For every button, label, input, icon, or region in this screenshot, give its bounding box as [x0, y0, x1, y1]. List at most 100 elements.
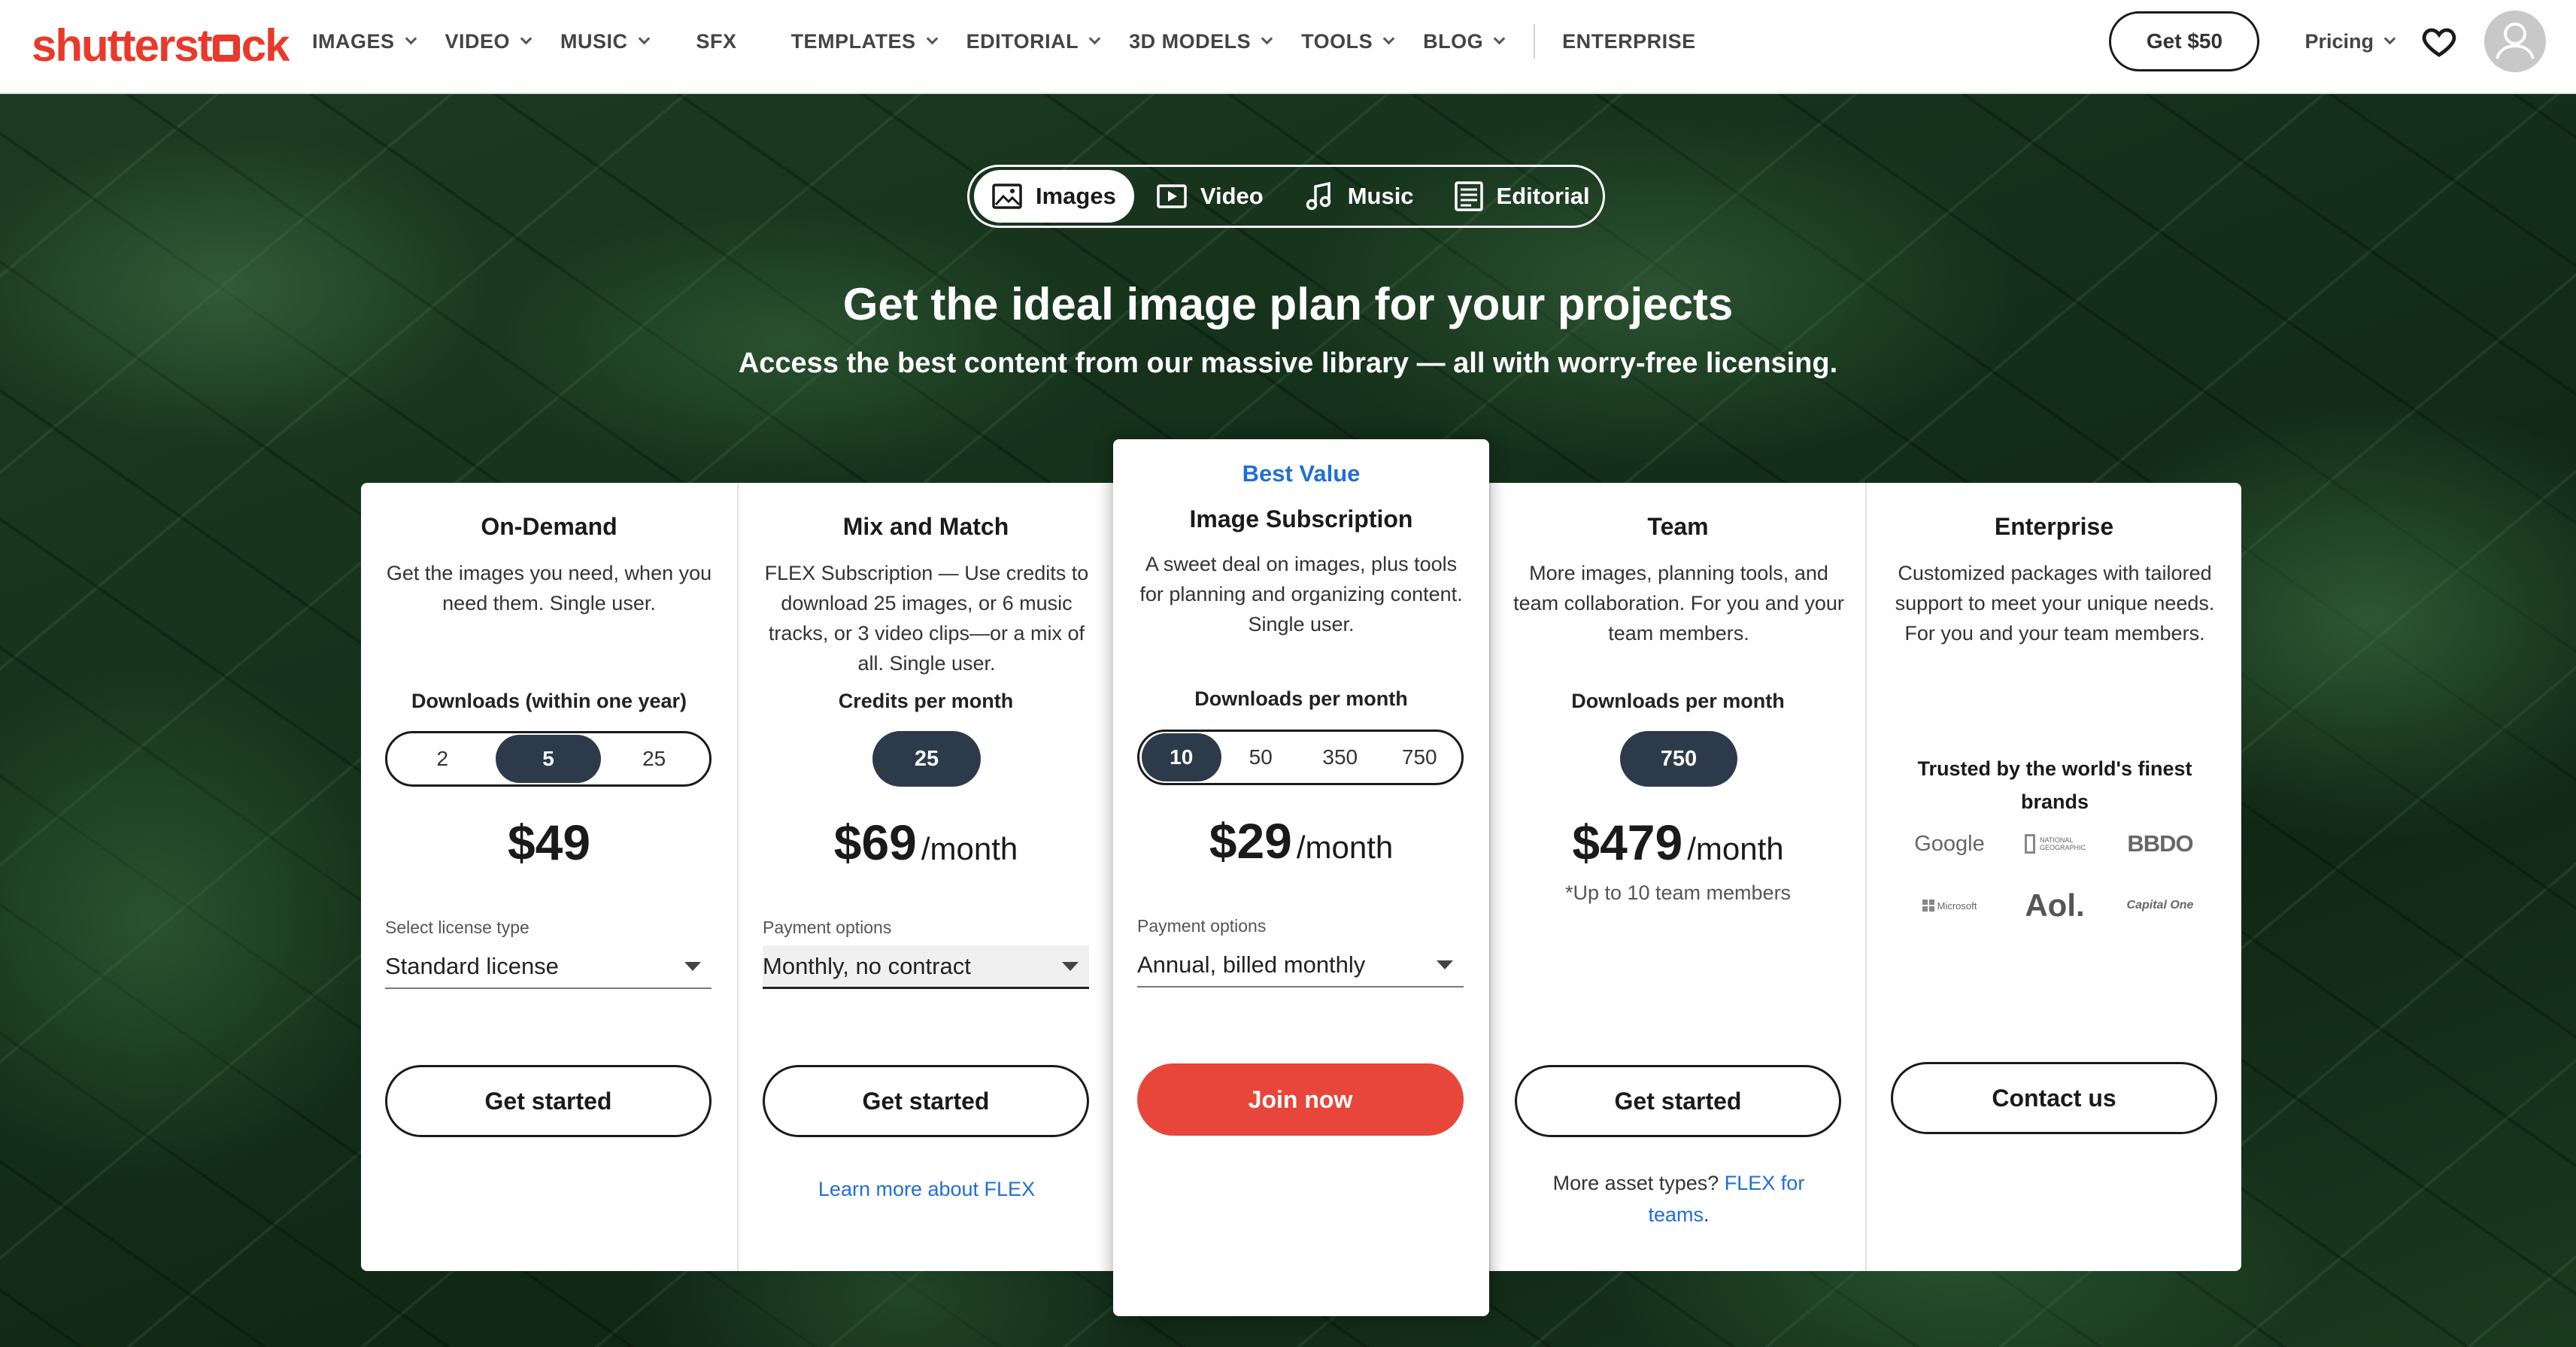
price-value: $479	[1572, 815, 1683, 870]
nav-label: MUSIC	[560, 29, 628, 53]
price-value: $49	[507, 815, 591, 870]
select-box[interactable]: Monthly, no contract	[763, 945, 1089, 989]
plan-price: $29/month	[1113, 812, 1489, 869]
chevron-down-icon	[1382, 32, 1395, 45]
option-5[interactable]: 5	[495, 735, 602, 783]
tab-label: Editorial	[1496, 183, 1590, 209]
logo-o-mark	[212, 35, 240, 62]
tab-editorial[interactable]: Editorial	[1437, 170, 1608, 223]
tab-images[interactable]: Images	[974, 170, 1134, 223]
plan-price: $49	[361, 814, 737, 871]
select-box[interactable]: Annual, billed monthly	[1137, 944, 1464, 987]
nav-item-music[interactable]: MUSIC	[560, 29, 650, 53]
top-navigation: shutterst ck IMAGES VIDEO MUSIC SFX TEMPL…	[0, 0, 2576, 94]
plan-name: Team	[1647, 513, 1709, 540]
tab-music[interactable]: Music	[1286, 170, 1432, 223]
pricing-menu[interactable]: Pricing	[2304, 30, 2396, 53]
plan-card-on-demand: On-Demand Get the images you need, when …	[361, 483, 737, 1271]
select-value: Standard license	[385, 953, 559, 979]
team-size-note: *Up to 10 team members	[1564, 881, 1792, 904]
nav-item-3d-models[interactable]: 3D MODELS	[1129, 30, 1273, 53]
select-label: Payment options	[1137, 916, 1267, 936]
option-2[interactable]: 2	[390, 735, 496, 783]
select-value: Monthly, no contract	[763, 952, 971, 979]
nav-label: TEMPLATES	[790, 29, 916, 53]
content-type-tabs: Images Video Music Editorial	[967, 165, 1605, 228]
option-750[interactable]: 750	[1380, 733, 1460, 781]
logo-text-end: ck	[241, 20, 290, 71]
nav-item-templates[interactable]: TEMPLATES	[790, 29, 938, 53]
account-avatar[interactable]	[2484, 11, 2546, 72]
price-period: /month	[1687, 831, 1784, 866]
national-geographic-logo: NATIONAL GEOGRAPHIC	[2002, 834, 2107, 854]
nav-item-sfx[interactable]: SFX	[696, 30, 737, 53]
main-menu: IMAGES VIDEO MUSIC SFX TEMPLATES EDITORI…	[312, 0, 1726, 83]
option-350[interactable]: 350	[1300, 733, 1380, 781]
nav-item-images[interactable]: IMAGES	[312, 30, 417, 53]
option-50[interactable]: 50	[1221, 733, 1301, 781]
downloads-selector: 10 50 350 750	[1137, 730, 1464, 785]
join-now-button[interactable]: Join now	[1137, 1063, 1464, 1136]
natgeo-text: NATIONAL GEOGRAPHIC	[2040, 836, 2086, 851]
select-label: Select license type	[385, 918, 529, 937]
nav-label: SFX	[696, 29, 737, 53]
chevron-down-icon	[1088, 32, 1101, 45]
tab-label: Video	[1200, 183, 1264, 209]
hero-subtitle: Access the best content from our massive…	[738, 347, 1838, 379]
option-10[interactable]: 10	[1142, 733, 1221, 781]
option-25[interactable]: 25	[601, 735, 707, 783]
learn-more-flex-link[interactable]: Learn more about FLEX	[761, 1173, 1092, 1205]
get-started-button[interactable]: Get started	[1515, 1065, 1841, 1137]
best-value-badge: Best Value	[1242, 460, 1361, 487]
brand-logos: Google NATIONAL GEOGRAPHIC BBDO Microsof…	[1897, 830, 2213, 924]
contact-us-button[interactable]: Contact us	[1891, 1062, 2217, 1134]
license-type-select[interactable]: Select license type Standard license	[385, 918, 712, 989]
nav-item-enterprise[interactable]: ENTERPRISE	[1562, 30, 1696, 53]
nav-divider	[1534, 24, 1536, 59]
more-asset-types-period: .	[1704, 1203, 1710, 1226]
microsoft-logo: Microsoft	[1897, 900, 2002, 912]
get-started-button[interactable]: Get started	[385, 1065, 712, 1137]
google-logo: Google	[1914, 831, 1985, 856]
nav-label: VIDEO	[445, 29, 511, 53]
payment-options-select[interactable]: Payment options Monthly, no contract	[763, 918, 1089, 989]
nav-label: TOOLS	[1301, 29, 1373, 53]
more-asset-types-note: More asset types? FLEX for teams.	[1521, 1167, 1837, 1230]
nav-item-tools[interactable]: TOOLS	[1301, 29, 1395, 53]
payment-options-select[interactable]: Payment options Annual, billed monthly	[1137, 916, 1464, 987]
plan-selector-label: Downloads per month	[1194, 687, 1408, 710]
chevron-down-icon	[926, 32, 938, 45]
caret-down-icon	[1437, 960, 1453, 969]
credits-pill[interactable]: 25	[872, 731, 981, 787]
select-box[interactable]: Standard license	[385, 945, 712, 989]
price-value: $29	[1209, 813, 1292, 869]
chevron-down-icon	[1493, 32, 1506, 45]
get-50-button[interactable]: Get $50	[2109, 11, 2260, 71]
nav-label: EDITORIAL	[966, 29, 1079, 53]
plan-price: $69/month	[739, 814, 1113, 871]
music-note-icon	[1306, 181, 1330, 211]
logo-text-start: shutterst	[32, 20, 213, 71]
image-icon	[992, 184, 1022, 209]
nav-item-video[interactable]: VIDEO	[445, 29, 532, 53]
aol-logo: Aol.	[2025, 887, 2085, 923]
video-icon	[1157, 184, 1187, 208]
select-value: Annual, billed monthly	[1137, 951, 1366, 978]
plan-name: Enterprise	[1994, 513, 2114, 540]
get-started-button[interactable]: Get started	[763, 1065, 1089, 1137]
nav-item-blog[interactable]: BLOG	[1423, 29, 1506, 53]
plan-description: Get the images you need, when you need t…	[386, 562, 712, 614]
user-icon	[2496, 23, 2535, 59]
downloads-pill[interactable]: 750	[1620, 731, 1737, 787]
nav-item-editorial[interactable]: EDITORIAL	[966, 29, 1101, 53]
heart-icon[interactable]	[2421, 23, 2457, 59]
tab-label: Images	[1036, 183, 1116, 209]
plan-selector-label: Downloads per month	[1571, 690, 1785, 712]
plan-description: FLEX Subscription — Use credits to downl…	[764, 562, 1089, 675]
plan-name: Mix and Match	[842, 513, 1009, 540]
plan-name: Image Subscription	[1189, 505, 1413, 532]
nav-label: BLOG	[1423, 29, 1484, 53]
tab-video[interactable]: Video	[1139, 170, 1282, 223]
chevron-down-icon	[1261, 32, 1273, 45]
shutterstock-logo[interactable]: shutterst ck	[32, 20, 290, 71]
